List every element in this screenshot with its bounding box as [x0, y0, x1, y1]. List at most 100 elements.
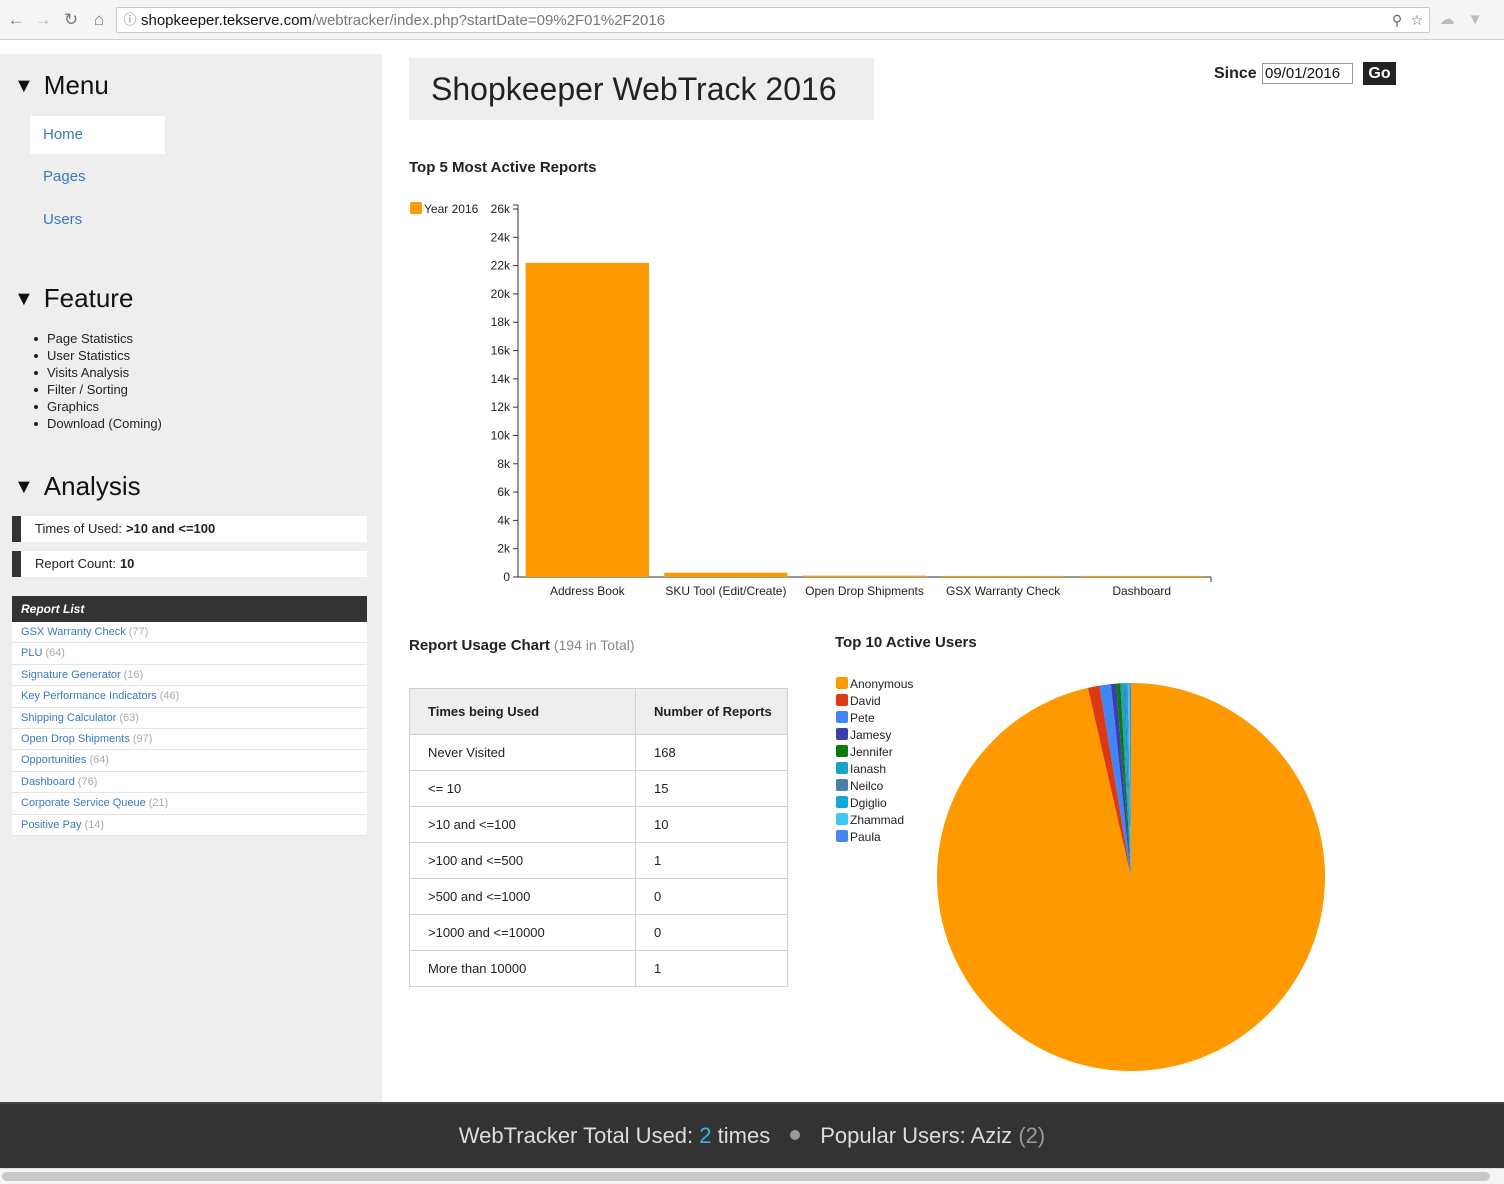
top-users-pie-chart: Anonymous David Pete Jamesy Jennifer Ianash Ne…	[836, 677, 1325, 1071]
y-tick-label: 24k	[491, 230, 511, 244]
since-date-input[interactable]: 09/01/2016	[1262, 63, 1353, 84]
table-cell: 15	[635, 770, 788, 807]
feature-item: User Statistics	[30, 347, 162, 364]
table-cell: 0	[635, 878, 788, 915]
forward-icon[interactable]: →	[32, 9, 54, 31]
report-link[interactable]: Key Performance Indicators	[21, 690, 157, 702]
feature-item: Page Statistics	[30, 330, 162, 347]
popular-users-label: Popular Users: Aziz	[820, 1123, 1013, 1148]
url-path: /webtracker/index.php?startDate=09%2F01%…	[311, 12, 666, 29]
analysis-heading-label: Analysis	[43, 471, 141, 501]
extension-v-icon[interactable]: ▼	[1465, 10, 1485, 30]
legend-label: Jamesy	[850, 728, 891, 742]
report-link[interactable]: Positive Pay	[21, 819, 82, 831]
report-count: (14)	[84, 818, 105, 831]
info-icon[interactable]: ⓘ	[121, 11, 139, 29]
feature-list: Page Statistics User Statistics Visits A…	[30, 330, 162, 432]
menu-item-home[interactable]: Home	[30, 116, 165, 154]
report-link[interactable]: Dashboard	[21, 776, 75, 788]
table-cell: 168	[635, 734, 788, 771]
go-button[interactable]: Go	[1363, 62, 1396, 85]
menu-item-users[interactable]: Users	[30, 201, 165, 239]
address-bar[interactable]: ⓘ shopkeeper.tekserve.com/webtracker/ind…	[116, 7, 1430, 33]
report-link[interactable]: Shipping Calculator	[21, 712, 116, 724]
top-users-title: Top 10 Active Users	[835, 634, 977, 651]
table-cell: 0	[635, 914, 788, 951]
y-tick-label: 14k	[491, 372, 511, 386]
table-cell: >10 and <=100	[409, 806, 636, 843]
triangle-down-icon: ▼	[14, 75, 34, 97]
triangle-down-icon: ▼	[14, 288, 34, 310]
menu-item-pages[interactable]: Pages	[30, 158, 165, 196]
feature-item: Visits Analysis	[30, 364, 162, 381]
x-tick-label: Open Drop Shipments	[805, 584, 924, 598]
feature-heading-label: Feature	[43, 283, 134, 313]
table-row: More than 10000 1	[409, 950, 788, 987]
popular-users-count: (2)	[1018, 1123, 1046, 1148]
report-list-item[interactable]: GSX Warranty Check (77)	[12, 622, 367, 644]
report-list-item[interactable]: Open Drop Shipments (97)	[12, 729, 367, 751]
legend-label: David	[850, 694, 881, 708]
scrollbar-thumb[interactable]	[2, 1172, 1490, 1181]
home-icon[interactable]: ⌂	[88, 9, 110, 31]
report-link[interactable]: Signature Generator	[21, 669, 121, 681]
report-list-item[interactable]: Signature Generator (16)	[12, 665, 367, 687]
table-cell: <= 10	[409, 770, 636, 807]
table-cell: 10	[635, 806, 788, 843]
legend-swatch	[836, 779, 848, 791]
analysis-heading[interactable]: ▼ Analysis	[14, 471, 141, 502]
footer-stats: WebTracker Total Used: 2 times Popular Us…	[0, 1102, 1504, 1168]
report-list-item[interactable]: Corporate Service Queue (21)	[12, 793, 367, 815]
horizontal-scrollbar[interactable]	[0, 1168, 1504, 1184]
y-tick-label: 16k	[491, 344, 511, 358]
total-used-value: 2	[699, 1123, 712, 1148]
zoom-icon[interactable]: ⚲	[1388, 11, 1406, 29]
table-header-row: Times being Used Number of Reports	[409, 688, 788, 735]
bookmark-star-icon[interactable]: ☆	[1408, 11, 1426, 29]
report-list-item[interactable]: Dashboard (76)	[12, 772, 367, 794]
times-of-used-label: Times of Used:	[35, 521, 122, 536]
report-link[interactable]: Opportunities	[21, 754, 86, 766]
table-cell: >1000 and <=10000	[409, 914, 636, 951]
report-list-item[interactable]: Opportunities (64)	[12, 750, 367, 772]
report-count: (97)	[132, 732, 153, 745]
report-count-value: 10	[119, 556, 135, 571]
report-link[interactable]: GSX Warranty Check	[21, 626, 126, 638]
total-used-label: WebTracker Total Used:	[458, 1123, 694, 1148]
bar	[664, 572, 788, 577]
report-list-item[interactable]: PLU (64)	[12, 643, 367, 665]
legend-swatch	[836, 745, 848, 757]
report-count-label: Report Count:	[35, 556, 116, 571]
report-link[interactable]: PLU	[21, 647, 42, 659]
y-tick-label: 4k	[497, 513, 511, 527]
bar	[941, 575, 1065, 577]
report-link[interactable]: Corporate Service Queue	[21, 797, 146, 809]
table-cell: >500 and <=1000	[409, 878, 636, 915]
y-tick-label: 18k	[491, 315, 511, 329]
back-icon[interactable]: ←	[5, 9, 27, 31]
extension-cloud-icon[interactable]: ☁	[1437, 10, 1457, 30]
separator-dot-icon	[790, 1130, 801, 1140]
legend-label: Dgiglio	[850, 796, 887, 810]
report-count: (77)	[128, 626, 149, 638]
legend-swatch	[836, 694, 848, 706]
reload-icon[interactable]: ↻	[60, 9, 82, 31]
legend-swatch	[836, 762, 848, 774]
page-title: Shopkeeper WebTrack 2016	[431, 71, 837, 107]
report-list-item[interactable]: Key Performance Indicators (46)	[12, 686, 367, 708]
bar	[802, 575, 927, 577]
report-list-item[interactable]: Positive Pay (14)	[12, 815, 367, 836]
feature-heading[interactable]: ▼ Feature	[14, 283, 133, 314]
y-tick-label: 26k	[491, 202, 511, 216]
legend-label: Pete	[850, 711, 875, 725]
url-text[interactable]: shopkeeper.tekserve.com/webtracker/index…	[141, 12, 665, 29]
table-cell: 1	[635, 950, 788, 987]
report-link[interactable]: Open Drop Shipments	[21, 733, 130, 745]
menu-heading[interactable]: ▼ Menu	[14, 70, 109, 101]
usage-table: Times being Used Number of Reports Never…	[409, 688, 788, 987]
report-list-item[interactable]: Shipping Calculator (63)	[12, 708, 367, 729]
total-used-unit: times	[717, 1123, 771, 1148]
legend-swatch	[836, 677, 848, 689]
feature-item: Graphics	[30, 398, 162, 415]
times-of-used-box: Times of Used: >10 and <=100	[12, 516, 367, 542]
